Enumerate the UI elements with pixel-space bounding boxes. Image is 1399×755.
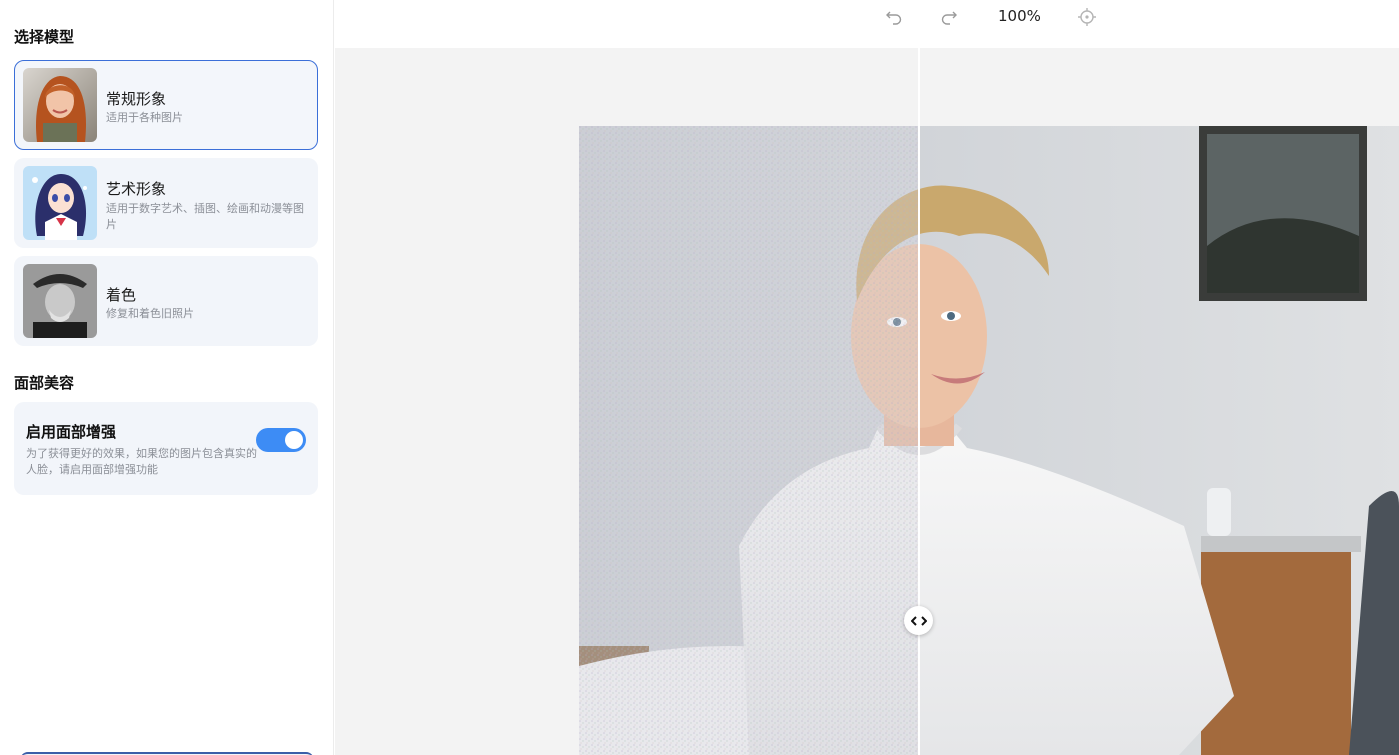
model-card-art[interactable]: 艺术形象 适用于数字艺术、插图、绘画和动漫等图片	[14, 158, 318, 248]
crosshair-icon[interactable]	[1076, 6, 1098, 28]
preview-toolbar: 100%	[335, 0, 1399, 48]
model-desc: 适用于数字艺术、插图、绘画和动漫等图片	[106, 202, 304, 231]
zoom-level[interactable]: 100%	[998, 7, 1041, 25]
old-man-bw-thumbnail	[23, 264, 97, 338]
model-card-colorize[interactable]: 着色 修复和着色旧照片	[14, 256, 318, 346]
face-section-title: 面部美容	[14, 374, 75, 392]
redo-icon[interactable]	[938, 6, 960, 28]
face-enhance-card: 启用面部增强 为了获得更好的效果，如果您的图片包含真实的人脸，请启用面部增强功能	[14, 402, 318, 495]
comparison-image[interactable]	[579, 126, 1399, 755]
undo-icon[interactable]	[883, 6, 905, 28]
face-enhance-desc: 为了获得更好的效果，如果您的图片包含真实的人脸，请启用面部增强功能	[26, 447, 257, 476]
model-name: 艺术形象	[106, 180, 167, 198]
face-enhance-toggle[interactable]	[256, 428, 306, 452]
preview-area: 100%	[335, 0, 1399, 755]
toggle-knob	[285, 431, 303, 449]
model-card-regular[interactable]: 常规形象 适用于各种图片	[14, 60, 318, 150]
sidebar: 选择模型 常规形象 适用于各种图片 艺术形象 适用于数字艺术、插图、绘画和动漫等…	[0, 0, 334, 755]
model-name: 常规形象	[106, 90, 167, 108]
compare-divider[interactable]	[918, 48, 920, 755]
arrows-left-right-icon[interactable]	[904, 606, 933, 635]
portrait-woman-thumbnail	[23, 68, 97, 142]
model-desc: 修复和着色旧照片	[106, 307, 194, 320]
model-desc: 适用于各种图片	[106, 111, 183, 124]
anime-girl-thumbnail	[23, 166, 97, 240]
model-name: 着色	[106, 286, 137, 304]
face-enhance-title: 启用面部增强	[26, 423, 117, 441]
model-section-title: 选择模型	[14, 28, 75, 46]
